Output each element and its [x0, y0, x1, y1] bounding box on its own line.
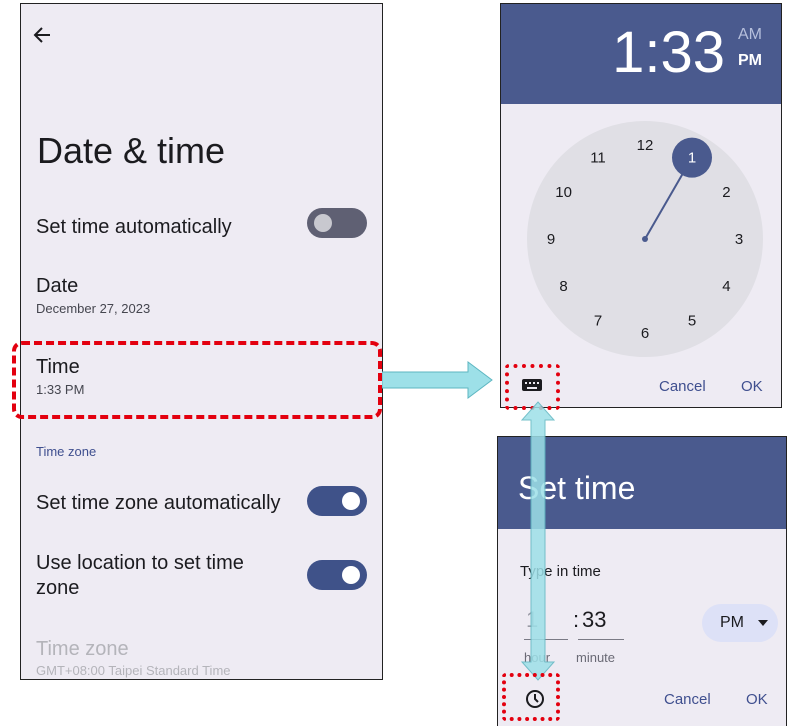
- use-location-row[interactable]: Use location to set time zone: [21, 548, 382, 604]
- use-location-label-line1: Use location to set time: [36, 552, 244, 574]
- cancel-button[interactable]: Cancel: [659, 378, 706, 395]
- clock-header: 1:33 AM PM: [501, 4, 781, 104]
- minute-underline: [578, 639, 624, 640]
- dial-number-1[interactable]: 1: [688, 150, 696, 167]
- dial-number-6[interactable]: 6: [641, 325, 649, 342]
- chevron-down-icon: [758, 620, 768, 626]
- clock-icon-highlight: [502, 673, 560, 721]
- dial-number-5[interactable]: 5: [688, 312, 696, 329]
- toggle-knob: [342, 492, 360, 510]
- date-row[interactable]: Date December 27, 2023: [21, 272, 382, 324]
- am-toggle[interactable]: AM: [738, 26, 762, 44]
- time-zone-row: Time zone GMT+08:00 Taipei Standard Time: [21, 634, 382, 679]
- time-zone-section-header: Time zone: [36, 444, 97, 459]
- minute-input[interactable]: 33: [582, 607, 606, 633]
- set-time-automatically-label: Set time automatically: [36, 216, 232, 238]
- time-zone-value: GMT+08:00 Taipei Standard Time: [36, 663, 231, 678]
- time-picker-clock-dialog: 1:33 AM PM 12 1 2 3 4 5 6 7 8 9 10 11 Cancel OK: [500, 3, 782, 408]
- use-location-toggle[interactable]: [307, 560, 367, 590]
- dial-number-8[interactable]: 8: [559, 278, 567, 295]
- dial-number-3[interactable]: 3: [735, 231, 743, 248]
- dial-number-12[interactable]: 12: [637, 137, 654, 154]
- arrow-right-icon: [382, 361, 493, 399]
- dial-number-2[interactable]: 2: [722, 184, 730, 201]
- dial-number-11[interactable]: 11: [590, 150, 606, 167]
- use-location-label-line2: zone: [36, 577, 80, 599]
- date-label: Date: [36, 275, 79, 297]
- clock-center-dot: [642, 236, 648, 242]
- ok-button[interactable]: OK: [741, 378, 763, 395]
- dial-number-9[interactable]: 9: [547, 231, 555, 248]
- set-time-zone-automatically-toggle[interactable]: [307, 486, 367, 516]
- dial-number-7[interactable]: 7: [594, 312, 602, 329]
- set-time-automatically-row[interactable]: Set time automatically: [21, 200, 382, 252]
- date-value: December 27, 2023: [36, 301, 151, 316]
- pm-toggle[interactable]: PM: [738, 52, 762, 70]
- am-pm-value: PM: [720, 614, 744, 631]
- time-row-highlight: [12, 341, 382, 419]
- am-pm-dropdown[interactable]: PM: [702, 604, 778, 642]
- ok-button[interactable]: OK: [746, 691, 768, 708]
- clock-dial[interactable]: 121234567891011: [527, 121, 763, 357]
- set-time-automatically-toggle[interactable]: [307, 208, 367, 238]
- header-time-display[interactable]: 1:33: [612, 19, 725, 86]
- set-time-zone-automatically-label: Set time zone automatically: [36, 492, 281, 514]
- time-separator: :: [573, 607, 580, 632]
- back-arrow-icon[interactable]: [31, 24, 53, 46]
- dial-number-4[interactable]: 4: [722, 278, 730, 295]
- dial-number-10[interactable]: 10: [555, 184, 572, 201]
- set-time-zone-automatically-row[interactable]: Set time zone automatically: [21, 482, 382, 526]
- cancel-button[interactable]: Cancel: [664, 691, 711, 708]
- toggle-knob: [342, 566, 360, 584]
- toggle-knob: [314, 214, 332, 232]
- time-zone-label: Time zone: [36, 638, 129, 660]
- minute-caption: minute: [576, 650, 616, 665]
- arrow-vertical-icon: [520, 401, 556, 681]
- page-title: Date & time: [37, 130, 226, 171]
